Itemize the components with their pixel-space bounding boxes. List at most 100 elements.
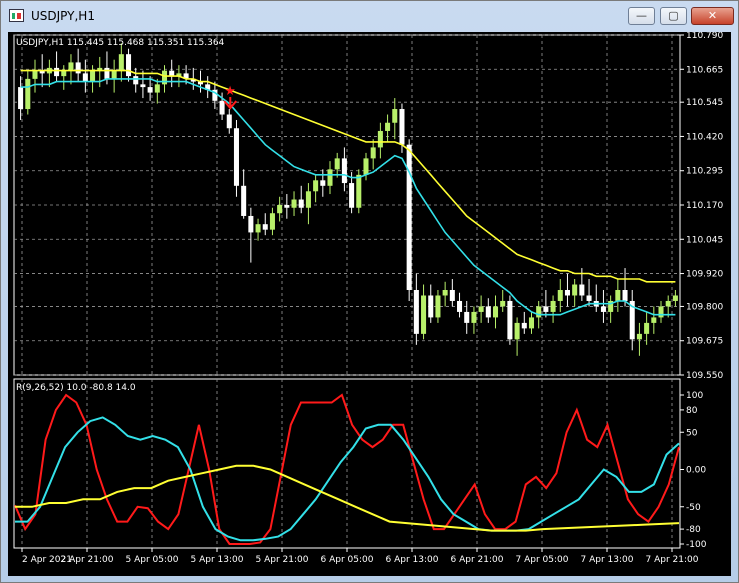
candle-body	[298, 199, 304, 208]
minimize-button[interactable]: —	[628, 7, 655, 25]
candle-body	[514, 322, 520, 340]
candle-body	[25, 78, 31, 110]
candle-body	[154, 84, 160, 93]
time-tick-label: 5 Apr 05:00	[126, 555, 179, 565]
candle-body	[528, 317, 535, 329]
candle-body	[442, 290, 448, 296]
close-button[interactable]: ✕	[691, 7, 734, 25]
candle-body	[399, 109, 405, 145]
candle-body	[377, 130, 383, 148]
signal-star: ★	[224, 84, 236, 99]
candle-body	[54, 67, 60, 77]
candle-body	[140, 84, 146, 88]
indicator-grid	[13, 378, 684, 552]
maximize-button[interactable]: ▢	[660, 7, 687, 25]
price-tick-label: 110.295	[686, 167, 723, 177]
price-tick-label: 109.920	[686, 270, 723, 280]
candle-body	[349, 183, 355, 208]
candle-body	[313, 180, 319, 192]
candle-body	[269, 213, 275, 230]
candle-body	[90, 70, 96, 82]
indicator-tick-label: 80	[686, 406, 698, 416]
candle-body	[320, 180, 326, 186]
price-tick-label: 109.675	[686, 337, 723, 347]
time-tick-label: 7 Apr 13:00	[581, 555, 634, 565]
candle-body	[75, 62, 81, 74]
candle-body	[586, 295, 592, 301]
candle-body	[255, 224, 261, 233]
price-tick-label: 110.665	[686, 65, 723, 75]
candle-body	[615, 290, 621, 301]
candle-body	[392, 109, 398, 123]
chart-area[interactable]: ★ 110.790 110.665 110.545 110.420 110.295 110…	[8, 32, 731, 576]
title-bar[interactable]: USDJPY,H1 — ▢ ✕	[1, 1, 738, 31]
time-tick-label: 2 Apr 21:00	[61, 555, 114, 565]
candle-body	[543, 306, 549, 312]
price-tick-label: 109.550	[686, 371, 723, 381]
candle-body	[277, 205, 283, 214]
candle-body	[636, 333, 642, 340]
candle-body	[262, 224, 268, 230]
markers-layer: ★	[223, 84, 238, 110]
window-title: USDJPY,H1	[31, 9, 95, 23]
candle-body	[500, 300, 506, 307]
candle-body	[651, 317, 657, 323]
indicator-tick-label: 0.00	[686, 466, 706, 476]
price-tick-label: 110.420	[686, 132, 723, 142]
candle-body	[104, 67, 110, 79]
candle-body	[471, 311, 477, 323]
candle-body	[327, 169, 333, 186]
candle-body	[370, 147, 376, 159]
candle-body	[564, 290, 570, 296]
candle-body	[536, 306, 542, 318]
chart-svg[interactable]: ★ 110.790 110.665 110.545 110.420 110.295 110…	[8, 32, 731, 576]
time-tick-label: 5 Apr 13:00	[191, 555, 244, 565]
indicator-tick-label: -100	[686, 540, 707, 550]
candle-body	[428, 295, 434, 318]
candle-body	[413, 290, 419, 334]
candle-body	[82, 73, 88, 82]
candle-body	[622, 290, 628, 301]
indicator-tick-label: 50	[686, 428, 698, 438]
candle-body	[557, 290, 563, 301]
candle-body	[68, 62, 74, 71]
candle-body	[507, 300, 513, 340]
candle-body	[341, 158, 347, 184]
time-tick-label: 6 Apr 13:00	[386, 555, 439, 565]
candle-body	[485, 306, 491, 318]
candle-body	[248, 215, 254, 233]
candle-body	[665, 300, 671, 307]
candle-body	[572, 284, 578, 296]
candle-body	[478, 306, 484, 312]
candle-body	[118, 54, 124, 71]
indicator-tick-label: -80	[686, 525, 701, 535]
candle-body	[385, 122, 391, 131]
indicator-tick-label: -50	[686, 503, 701, 513]
candle-body	[363, 158, 369, 175]
price-tick-label: 110.790	[686, 32, 723, 41]
indicator-tick-label: 100	[686, 391, 703, 401]
candle-body	[521, 322, 527, 329]
candle-body	[18, 87, 24, 110]
price-tick-label: 110.045	[686, 235, 723, 245]
time-tick-label: 7 Apr 21:00	[646, 555, 699, 565]
candle-body	[291, 199, 297, 208]
chart-window: USDJPY,H1 — ▢ ✕ ★ 110.790 110.665 110.545 1…	[0, 0, 739, 583]
candle-body	[579, 284, 585, 296]
candle-body	[600, 306, 606, 312]
candle-body	[406, 144, 412, 290]
candle-body	[284, 205, 290, 208]
price-tick-label: 109.800	[686, 302, 723, 312]
candle-body	[457, 300, 463, 312]
candle-body	[219, 100, 225, 115]
candle-body	[241, 185, 247, 216]
time-tick-label: 6 Apr 21:00	[451, 555, 504, 565]
candle-body	[133, 76, 139, 85]
candle-body	[492, 306, 499, 318]
chart-window-icon	[9, 9, 24, 22]
candle-body	[226, 114, 232, 129]
ma-fast-line	[20, 78, 676, 316]
candle-body	[61, 70, 67, 77]
time-tick-label: 5 Apr 21:00	[256, 555, 309, 565]
indicator-panel-header: R(9,26,52) 10.0 -80.8 14.0	[16, 383, 136, 393]
